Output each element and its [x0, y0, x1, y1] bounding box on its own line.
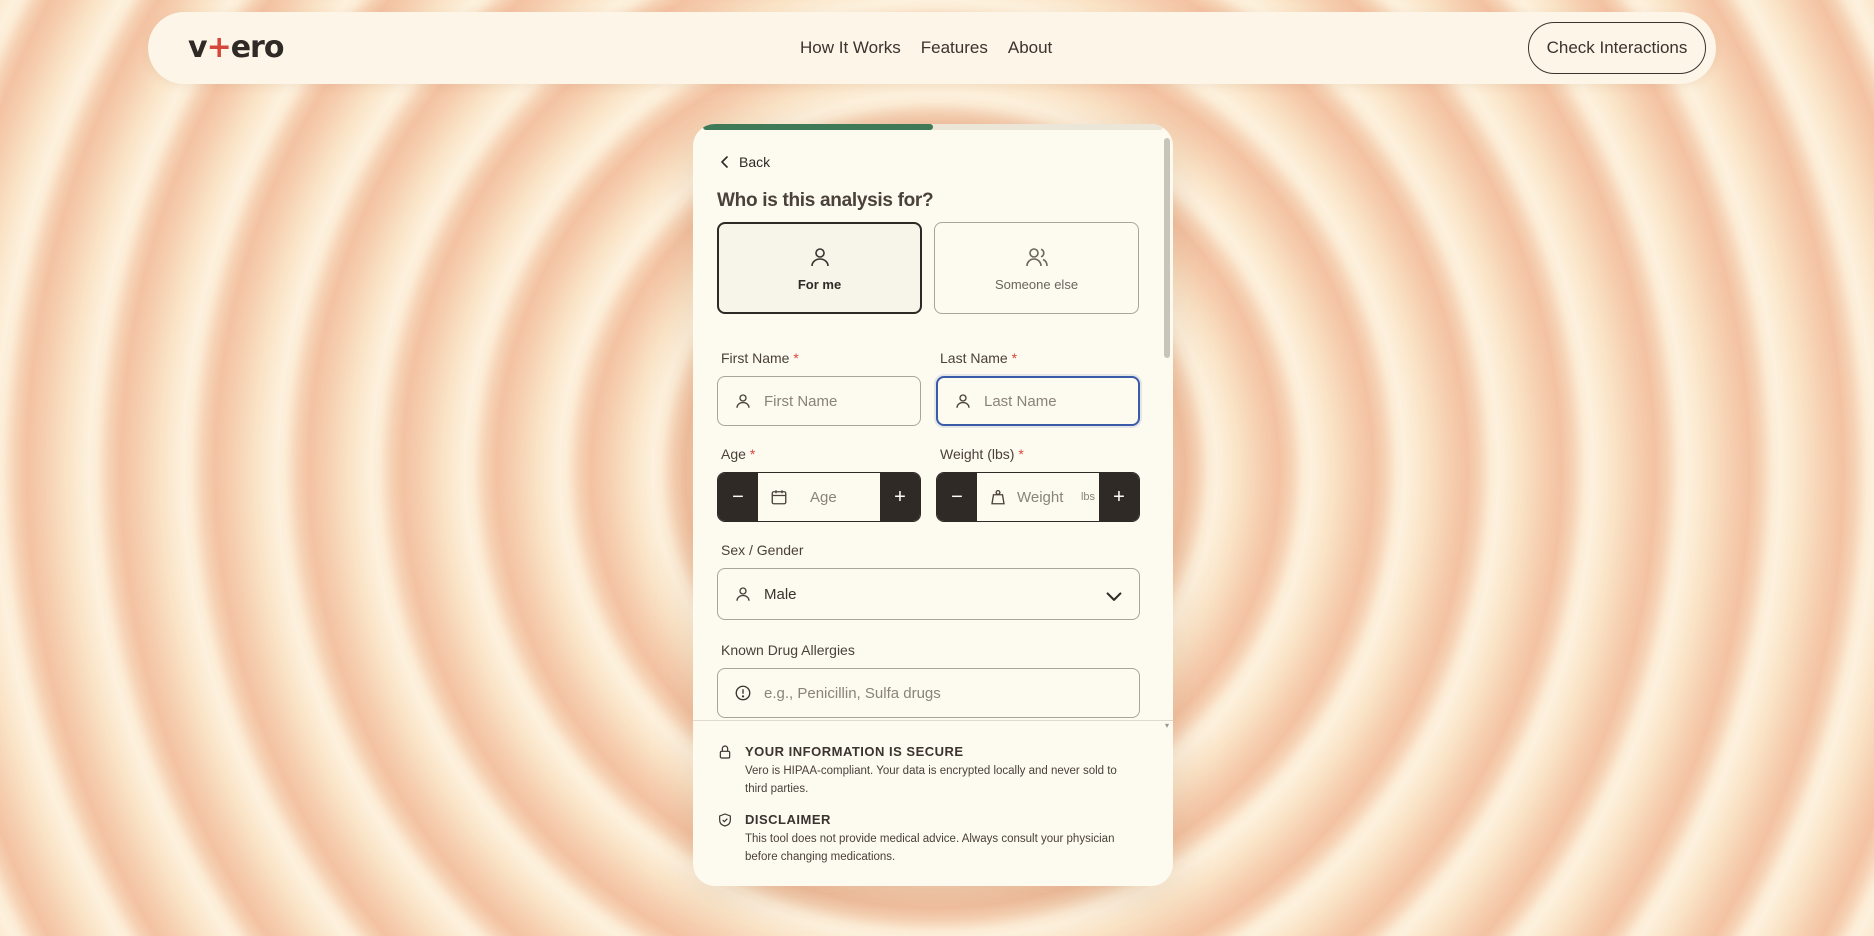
nav-link-about[interactable]: About	[1008, 38, 1052, 58]
sex-value: Male	[764, 585, 797, 603]
weight-decrement-button[interactable]: −	[937, 473, 977, 521]
sex-select[interactable]: Male	[717, 568, 1140, 620]
required-marker: *	[1018, 446, 1024, 462]
disclaimer-notice: DISCLAIMER This tool does not provide me…	[717, 812, 1137, 867]
user-icon	[956, 394, 970, 408]
age-placeholder: Age	[810, 488, 837, 506]
shield-check-icon	[719, 813, 731, 827]
calendar-icon	[771, 490, 787, 505]
nav-link-how-it-works[interactable]: How It Works	[800, 38, 901, 58]
choice-someone-else[interactable]: Someone else	[934, 222, 1139, 314]
first-name-label-text: First Name	[721, 350, 790, 366]
weight-placeholder: Weight	[1017, 488, 1064, 506]
progress-bar	[703, 124, 1163, 130]
scroll-thumb[interactable]	[1164, 138, 1170, 358]
age-decrement-button[interactable]: −	[718, 473, 758, 521]
last-name-label-text: Last Name	[940, 350, 1008, 366]
chevron-down-icon	[1106, 592, 1122, 601]
alert-circle-icon	[735, 685, 751, 701]
chevron-left-icon	[721, 156, 728, 168]
required-marker: *	[1011, 350, 1018, 366]
first-name-input[interactable]: First Name	[717, 376, 921, 426]
check-interactions-button[interactable]: Check Interactions	[1528, 22, 1706, 74]
progress-fill	[703, 124, 933, 130]
back-label: Back	[739, 154, 771, 170]
lock-icon	[719, 745, 731, 759]
sex-label: Sex / Gender	[721, 542, 804, 558]
secure-title: YOUR INFORMATION IS SECURE	[745, 744, 964, 759]
last-name-placeholder: Last Name	[984, 392, 1057, 410]
secure-notice: YOUR INFORMATION IS SECURE Vero is HIPAA…	[717, 744, 1137, 799]
allergies-input[interactable]: e.g., Penicillin, Sulfa drugs	[717, 668, 1140, 718]
first-name-placeholder: First Name	[764, 392, 838, 410]
weight-stepper: − Weight lbs +	[936, 472, 1140, 522]
logo[interactable]: v+ero	[188, 30, 284, 65]
required-marker: *	[749, 446, 756, 462]
users-icon	[1025, 247, 1048, 266]
scroll-down-arrow[interactable]: ▾	[1163, 721, 1171, 730]
last-name-label: Last Name *	[940, 350, 1017, 366]
top-nav: v+ero How It Works Features About Check …	[148, 12, 1716, 84]
required-marker: *	[793, 350, 799, 366]
age-label: Age *	[721, 446, 755, 462]
first-name-label: First Name *	[721, 350, 799, 366]
weight-label-text: Weight (lbs)	[940, 446, 1015, 462]
choice-label: For me	[797, 276, 842, 292]
intake-form-card: ▾ Back Who is this analysis for? For me …	[693, 124, 1173, 886]
choice-for-me[interactable]: For me	[717, 222, 922, 314]
weight-unit: lbs	[1080, 491, 1095, 503]
user-icon	[810, 247, 829, 266]
allergies-label: Known Drug Allergies	[721, 642, 855, 658]
disclaimer-title: DISCLAIMER	[745, 812, 831, 827]
allergies-placeholder: e.g., Penicillin, Sulfa drugs	[764, 684, 941, 702]
user-icon	[736, 587, 750, 601]
secure-text: Vero is HIPAA-compliant. Your data is en…	[745, 765, 1117, 795]
disclaimer-text: This tool does not provide medical advic…	[745, 833, 1115, 863]
weight-icon	[991, 489, 1005, 505]
scrollbar[interactable]: ▾	[1163, 138, 1171, 730]
weight-label: Weight (lbs) *	[940, 446, 1024, 462]
divider	[693, 720, 1173, 721]
nav-links: How It Works Features About	[800, 38, 1052, 58]
weight-input[interactable]: Weight lbs	[977, 473, 1099, 521]
age-input[interactable]: Age	[758, 473, 880, 521]
nav-link-features[interactable]: Features	[921, 38, 988, 58]
user-icon	[736, 394, 750, 408]
age-label-text: Age	[721, 446, 746, 462]
last-name-input[interactable]: Last Name	[936, 376, 1140, 426]
back-button[interactable]: Back	[719, 154, 770, 170]
form-title: Who is this analysis for?	[717, 190, 934, 211]
weight-increment-button[interactable]: +	[1099, 473, 1139, 521]
choice-label: Someone else	[994, 276, 1079, 292]
age-increment-button[interactable]: +	[880, 473, 920, 521]
age-stepper: − Age +	[717, 472, 921, 522]
